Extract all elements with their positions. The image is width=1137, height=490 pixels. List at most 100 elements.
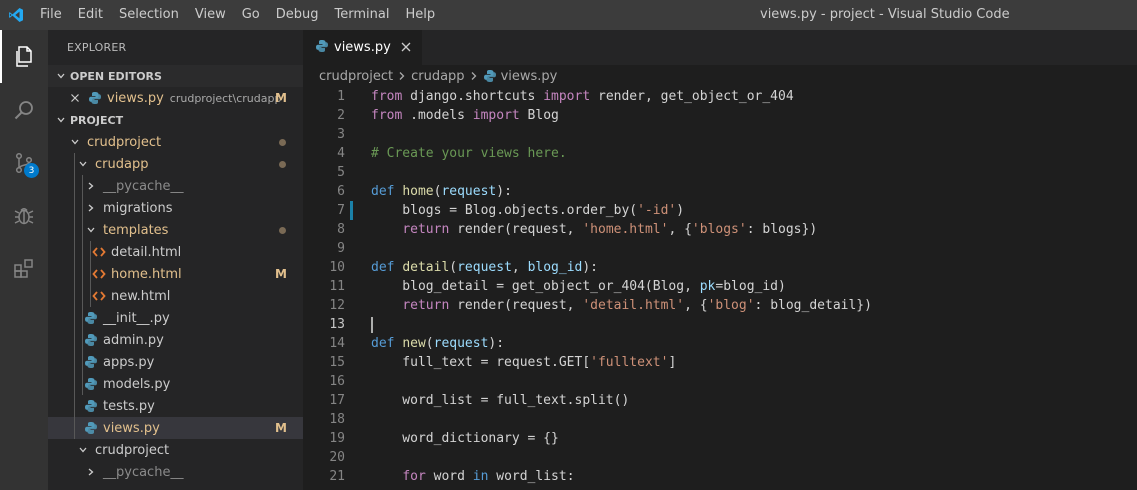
- git-change-marker: [350, 201, 353, 220]
- menu-go[interactable]: Go: [234, 0, 268, 30]
- line-number: 20: [329, 450, 345, 465]
- extensions-activity[interactable]: [0, 242, 48, 295]
- code-text: def new(request):: [371, 336, 505, 351]
- file-admin-py[interactable]: admin.py: [48, 329, 303, 351]
- modified-badge: M: [275, 421, 287, 435]
- menu-selection[interactable]: Selection: [111, 0, 187, 30]
- tab-views-py[interactable]: views.py: [303, 30, 422, 65]
- tree-item-label: crudproject: [87, 134, 162, 150]
- breadcrumb-item[interactable]: crudapp: [411, 69, 464, 84]
- code-line[interactable]: 12 return render(request, 'detail.html',…: [303, 296, 1137, 315]
- folder-pycache[interactable]: __pycache__: [48, 175, 303, 197]
- code-line[interactable]: 15 full_text = request.GET['fulltext']: [303, 353, 1137, 372]
- code-text: for word in word_list:: [402, 469, 575, 484]
- menu-debug[interactable]: Debug: [268, 0, 327, 30]
- line-number: 4: [337, 146, 345, 161]
- modified-dot-icon: [279, 138, 286, 146]
- tree-item-label: apps.py: [103, 354, 155, 370]
- line-number: 17: [329, 393, 345, 408]
- file-apps-py[interactable]: apps.py: [48, 351, 303, 373]
- code-line[interactable]: 9: [303, 239, 1137, 258]
- folder-pycache[interactable]: __pycache__: [48, 461, 303, 483]
- code-line[interactable]: 2 from .models import Blog: [303, 106, 1137, 125]
- line-number: 12: [329, 298, 345, 313]
- chevron-down-icon: [67, 134, 83, 150]
- code-text: word_dictionary = {}: [371, 431, 559, 446]
- line-number: 5: [337, 165, 345, 180]
- indent-guide: [74, 153, 75, 439]
- code-text: blogs = Blog.objects.order_by('-id'): [371, 203, 685, 218]
- line-number: 11: [329, 279, 345, 294]
- modified-dot-icon: [279, 226, 286, 234]
- tree-item-label: crudproject: [95, 442, 170, 458]
- breadcrumb: crudproject crudapp views.py: [303, 65, 1137, 87]
- file-tests-py[interactable]: tests.py: [48, 395, 303, 417]
- breadcrumb-item[interactable]: views.py: [501, 69, 558, 84]
- code-line[interactable]: 3: [303, 125, 1137, 144]
- modified-dot-icon: [279, 160, 286, 168]
- file-init-py[interactable]: __init__.py: [48, 307, 303, 329]
- breadcrumb-item[interactable]: crudproject: [319, 69, 393, 84]
- menu-view[interactable]: View: [187, 0, 234, 30]
- menu-help[interactable]: Help: [397, 0, 443, 30]
- menu-edit[interactable]: Edit: [70, 0, 111, 30]
- line-number: 10: [329, 260, 345, 275]
- tree-item-label: __pycache__: [103, 178, 184, 194]
- menu-file[interactable]: File: [32, 0, 70, 30]
- title-bar: File Edit Selection View Go Debug Terminal Help…: [0, 0, 1137, 30]
- code-line[interactable]: 6 def home(request):: [303, 182, 1137, 201]
- code-line[interactable]: 1 from django.shortcuts import render, ge…: [303, 87, 1137, 106]
- code-line[interactable]: 10 def detail(request, blog_id):: [303, 258, 1137, 277]
- python-file-icon: [83, 332, 99, 348]
- tree-item-label: new.html: [111, 288, 171, 304]
- code-line[interactable]: 17 word_list = full_text.split(): [303, 391, 1137, 410]
- close-icon[interactable]: [67, 90, 83, 106]
- code-line[interactable]: 4 # Create your views here.: [303, 144, 1137, 163]
- html-file-icon: [91, 288, 107, 304]
- code-line[interactable]: 8 return render(request, 'home.html', {'…: [303, 220, 1137, 239]
- open-editor-name: views.py: [107, 90, 164, 106]
- file-new-html[interactable]: new.html: [48, 285, 303, 307]
- source-control-activity[interactable]: 3: [0, 136, 48, 189]
- tab-label: views.py: [334, 40, 391, 55]
- tree-item-label: __init__.py: [103, 310, 170, 326]
- folder-migrations[interactable]: migrations: [48, 197, 303, 219]
- folder-crudapp[interactable]: crudapp: [48, 153, 303, 175]
- search-icon: [14, 100, 33, 119]
- code-line[interactable]: 11 blog_detail = get_object_or_404(Blog,…: [303, 277, 1137, 296]
- folder-crudproject[interactable]: crudproject: [48, 131, 303, 153]
- open-editor-item[interactable]: views.py crudproject\crudapp M: [48, 87, 303, 109]
- file-views-py[interactable]: views.py M: [48, 417, 303, 439]
- tab-close-icon[interactable]: [399, 40, 413, 54]
- code-text: from .models import Blog: [371, 108, 559, 123]
- code-line[interactable]: 21 for word in word_list:: [303, 467, 1137, 486]
- code-line[interactable]: 19 word_dictionary = {}: [303, 429, 1137, 448]
- file-models-py[interactable]: models.py: [48, 373, 303, 395]
- code-text: def detail(request, blog_id):: [371, 260, 599, 275]
- code-line[interactable]: 16: [303, 372, 1137, 391]
- debug-activity[interactable]: [0, 189, 48, 242]
- code-line[interactable]: 20: [303, 448, 1137, 467]
- chevron-down-icon: [83, 222, 99, 238]
- python-file-icon: [87, 90, 103, 106]
- folder-crudproject[interactable]: crudproject: [48, 439, 303, 461]
- code-line[interactable]: 18: [303, 410, 1137, 429]
- tab-bar: views.py: [303, 30, 1137, 65]
- code-line[interactable]: 7 blogs = Blog.objects.order_by('-id'): [303, 201, 1137, 220]
- search-activity[interactable]: [0, 83, 48, 136]
- line-number: 18: [329, 412, 345, 427]
- file-home-html[interactable]: home.html M: [48, 263, 303, 285]
- file-detail-html[interactable]: detail.html: [48, 241, 303, 263]
- code-editor[interactable]: 1 from django.shortcuts import render, ge…: [303, 87, 1137, 486]
- tree-item-label: crudapp: [95, 156, 149, 172]
- code-line[interactable]: 14 def new(request):: [303, 334, 1137, 353]
- line-number: 9: [337, 241, 345, 256]
- menu-terminal[interactable]: Terminal: [327, 0, 398, 30]
- code-line[interactable]: 13: [303, 315, 1137, 334]
- folder-templates[interactable]: templates: [48, 219, 303, 241]
- explorer-activity[interactable]: [0, 30, 48, 83]
- code-line[interactable]: 5: [303, 163, 1137, 182]
- line-number: 3: [337, 127, 345, 142]
- open-editors-header[interactable]: OPEN EDITORS: [48, 65, 303, 87]
- project-header[interactable]: PROJECT: [48, 109, 303, 131]
